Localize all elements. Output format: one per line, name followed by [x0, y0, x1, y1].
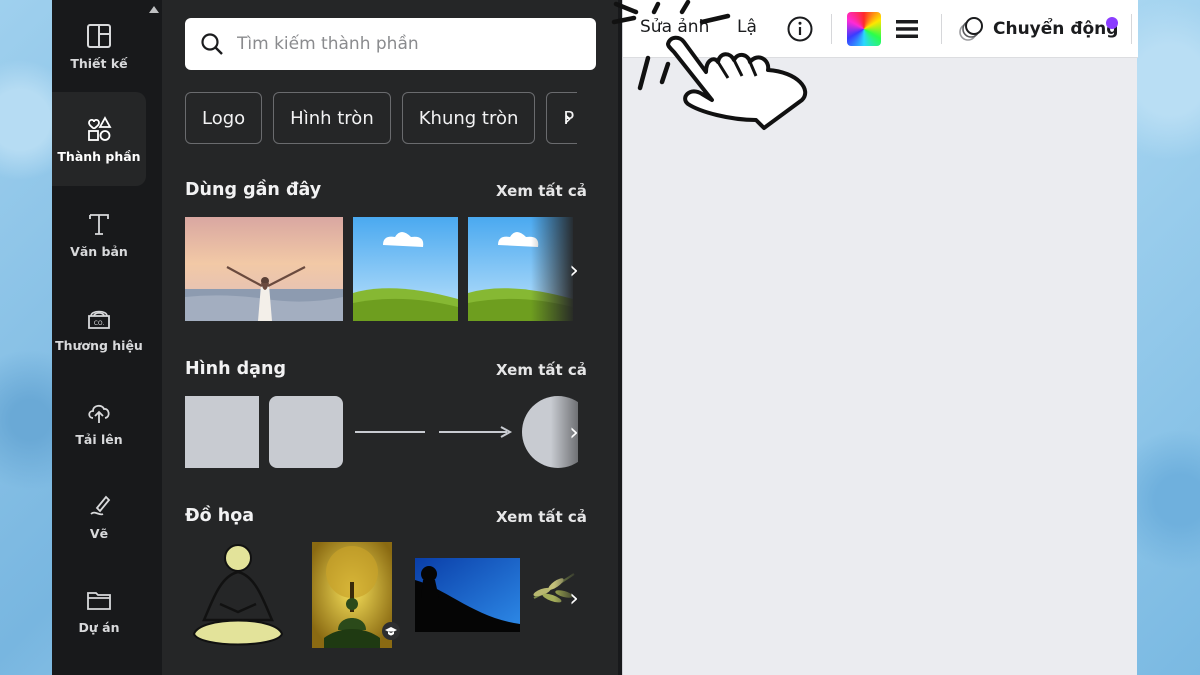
graphic-silhouette-hill[interactable]	[415, 558, 520, 632]
rail-item-design[interactable]: Thiết kế	[52, 0, 146, 92]
upload-icon	[88, 404, 110, 423]
menu-icon[interactable]	[893, 15, 921, 43]
chip-partial[interactable]: P	[546, 92, 577, 144]
section-title-graphics: Đồ họa	[185, 506, 255, 526]
side-rail: Thiết kế Thành phần Văn bản CO. Thương h…	[52, 0, 146, 675]
svg-text:CO.: CO.	[94, 320, 105, 327]
toolbar-separator	[941, 14, 942, 44]
edit-photo-button[interactable]: Sửa ảnh	[640, 17, 709, 37]
chevron-right-icon[interactable]: ›	[560, 412, 588, 452]
rail-item-brand[interactable]: CO. Thương hiệu	[52, 282, 146, 374]
rail-label: Vẽ	[89, 525, 109, 541]
toolbar-partial-button[interactable]: Lậ	[737, 17, 757, 37]
rail-label: Tải lên	[75, 431, 123, 447]
shape-rounded-square[interactable]	[269, 396, 343, 468]
graphic-meditation-figure[interactable]	[190, 542, 286, 648]
see-all-shapes[interactable]: Xem tất cả	[496, 361, 587, 379]
animate-label: Chuyển động	[993, 19, 1119, 39]
chip-circle[interactable]: Hình tròn	[273, 92, 391, 144]
elements-icon	[88, 115, 112, 141]
toolbar-separator	[831, 14, 832, 44]
toolbar-separator	[1131, 14, 1132, 44]
search-icon	[201, 33, 223, 55]
recent-landscape-1[interactable]	[353, 217, 458, 321]
elements-panel: Logo Hình tròn Khung tròn P › Dùng gần đ…	[162, 0, 720, 675]
design-icon	[87, 23, 111, 48]
rail-scrollbar[interactable]	[146, 0, 162, 675]
draw-icon	[90, 495, 111, 515]
chip-circle-frame[interactable]: Khung tròn	[401, 92, 536, 144]
rail-label: Thiết kế	[70, 55, 128, 71]
canvas-area[interactable]: Sửa ảnh Lậ Chuyển động	[622, 0, 1138, 675]
text-icon	[89, 213, 109, 235]
rail-label: Thành phần	[57, 148, 141, 164]
chevron-right-icon[interactable]: ›	[560, 578, 588, 618]
shape-arrow[interactable]	[437, 396, 513, 468]
rail-label: Thương hiệu	[55, 337, 143, 353]
chip-logo[interactable]: Logo	[185, 92, 263, 144]
recent-landscape-2[interactable]	[468, 217, 573, 321]
chevron-right-icon[interactable]: ›	[564, 106, 572, 130]
animate-button[interactable]: Chuyển động	[957, 12, 1118, 46]
brand-icon: CO.	[88, 310, 110, 329]
shape-line[interactable]	[353, 396, 427, 468]
search-box[interactable]	[185, 18, 596, 70]
see-all-recent[interactable]: Xem tất cả	[496, 182, 587, 200]
color-palette-icon[interactable]	[847, 12, 881, 46]
folder-icon	[87, 591, 111, 610]
scroll-up-arrow-icon[interactable]	[149, 6, 159, 13]
suggestion-chips: Logo Hình tròn Khung tròn P	[185, 92, 577, 144]
info-icon[interactable]	[786, 15, 814, 43]
recent-photo-sunset[interactable]	[185, 217, 343, 321]
premium-badge-icon	[382, 622, 400, 640]
animate-icon	[959, 17, 983, 41]
notification-dot	[1106, 17, 1118, 29]
rail-item-elements[interactable]: Thành phần	[52, 92, 146, 186]
graphic-tree-meditation[interactable]	[312, 542, 392, 648]
rail-item-upload[interactable]: Tải lên	[52, 376, 146, 468]
section-title-shapes: Hình dạng	[185, 359, 286, 379]
rail-item-text[interactable]: Văn bản	[52, 188, 146, 280]
search-input[interactable]	[237, 34, 567, 54]
chevron-right-icon[interactable]: ›	[560, 250, 588, 290]
shape-square[interactable]	[185, 396, 259, 468]
top-toolbar: Sửa ảnh Lậ Chuyển động	[623, 0, 1138, 58]
rail-item-draw[interactable]: Vẽ	[52, 470, 146, 562]
rail-label: Văn bản	[70, 243, 128, 259]
editor-app: Thiết kế Thành phần Văn bản CO. Thương h…	[52, 0, 1138, 675]
see-all-graphics[interactable]: Xem tất cả	[496, 508, 587, 526]
rail-label: Dự án	[78, 619, 120, 635]
section-title-recent: Dùng gần đây	[185, 180, 322, 200]
rail-item-projects[interactable]: Dự án	[52, 564, 146, 656]
